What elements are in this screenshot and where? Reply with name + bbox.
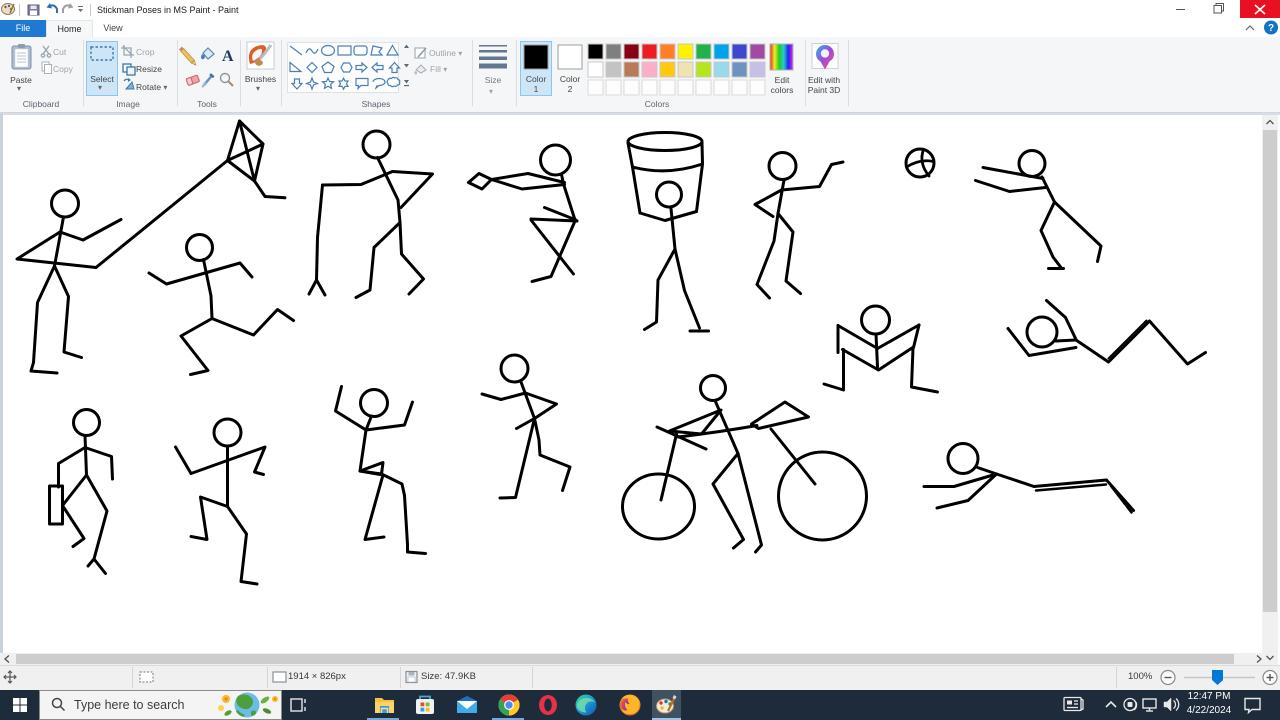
svg-text:?: ? xyxy=(1268,23,1274,34)
svg-text:A: A xyxy=(222,48,234,65)
